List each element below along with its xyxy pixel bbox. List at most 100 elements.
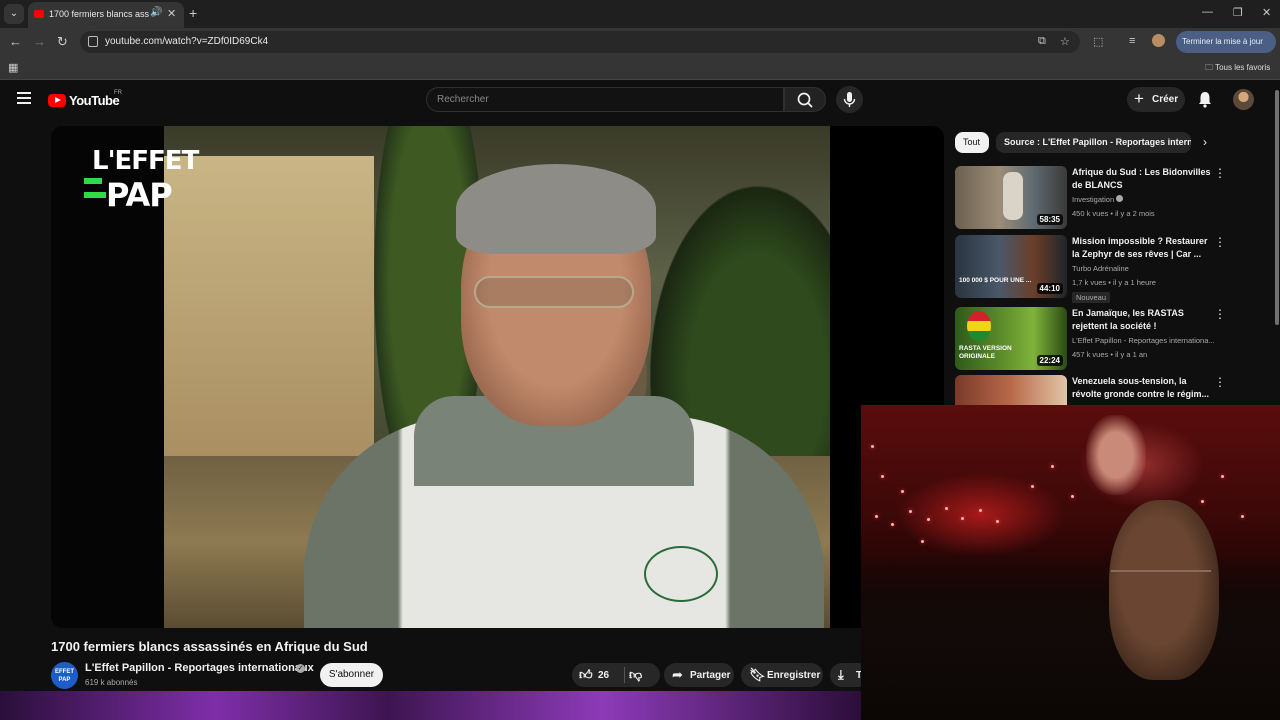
overlay-background-figure xyxy=(1086,415,1146,495)
recommendation-channel[interactable]: L'Effet Papillon - Reportages internatio… xyxy=(1072,336,1215,345)
watermark-line2: PAP xyxy=(106,176,173,214)
search-input[interactable]: Rechercher xyxy=(426,87,784,112)
microphone-icon xyxy=(843,92,856,107)
guide-menu-icon[interactable] xyxy=(17,92,31,104)
reading-list-icon[interactable]: ≡ xyxy=(1129,35,1135,47)
share-button[interactable]: ➦ Partager xyxy=(664,663,734,687)
thumb-caption: 100 000 $ POUR UNE ... xyxy=(959,277,1032,284)
chip-source[interactable]: Source : L'Effet Papillon - Reportages i… xyxy=(996,132,1191,153)
bookmarks-bar xyxy=(0,56,1280,80)
forward-arrow-icon[interactable]: → xyxy=(33,34,46,49)
plus-icon: + xyxy=(1134,89,1144,108)
recommendation-title[interactable]: Mission impossible ? Restaurer la Zephyr… xyxy=(1072,235,1212,261)
recommendation-thumbnail[interactable]: RASTA VERSION ORIGINALE 22:24 xyxy=(955,307,1067,370)
country-code: FR xyxy=(114,90,122,96)
close-tab-icon[interactable]: ✕ xyxy=(167,7,176,20)
recommendation-channel[interactable]: Investigation xyxy=(1072,195,1124,204)
notifications-bell-icon[interactable] xyxy=(1197,90,1213,113)
thumb-caption: RASTA VERSION ORIGINALE xyxy=(959,345,1012,360)
url-text: youtube.com/watch?v=ZDf0ID69Ck4 xyxy=(105,36,269,47)
recommendation-views: 1,7 k vues • il y a 1 heure xyxy=(1072,278,1156,287)
subscribe-button[interactable]: S'abonner xyxy=(320,663,383,687)
video-title: 1700 fermiers blancs assassinés en Afriq… xyxy=(51,639,368,654)
create-label: Créer xyxy=(1152,94,1179,105)
recommendation-item[interactable]: 100 000 $ POUR UNE ... 44:10 Mission imp… xyxy=(955,235,1226,303)
thumbs-up-icon[interactable]: 👍︎ xyxy=(579,667,593,683)
recommendation-title[interactable]: Venezuela sous-tension, la révolte grond… xyxy=(1072,375,1212,401)
chip-all[interactable]: Tout xyxy=(955,132,989,153)
close-window-icon[interactable]: ✕ xyxy=(1262,6,1271,19)
recommendation-thumbnail[interactable]: 58:35 xyxy=(955,166,1067,229)
recommendation-thumbnail[interactable] xyxy=(955,375,1067,405)
like-count[interactable]: 26 xyxy=(598,670,609,681)
like-dislike-group: 👍︎ 26 👎︎ xyxy=(572,663,660,687)
minimize-window-icon[interactable]: — xyxy=(1202,6,1213,18)
verified-icon: ✓ xyxy=(296,664,305,673)
recommendation-item[interactable]: 58:35 Afrique du Sud : Les Bidonvilles d… xyxy=(955,166,1226,230)
browser-tab-active[interactable]: 1700 fermiers blancs assassi 🔊 ✕ xyxy=(28,2,184,28)
recommendation-title[interactable]: En Jamaïque, les RASTAS rejettent la soc… xyxy=(1072,307,1212,333)
video-player[interactable]: L'EFFET PAP xyxy=(51,126,944,628)
thumb-rasta-hat xyxy=(967,311,991,341)
account-avatar[interactable] xyxy=(1233,89,1254,110)
chevron-right-icon[interactable]: › xyxy=(1203,135,1207,149)
youtube-play-icon xyxy=(48,94,66,107)
watermark-bar2 xyxy=(84,192,106,198)
more-options-icon[interactable]: ⋮ xyxy=(1214,166,1226,180)
recommendation-thumbnail[interactable]: 100 000 $ POUR UNE ... 44:10 xyxy=(955,235,1067,298)
install-app-icon[interactable]: ⧉ xyxy=(1038,35,1046,48)
frame-glasses xyxy=(474,276,634,308)
video-duration: 22:24 xyxy=(1036,355,1063,366)
site-info-icon[interactable] xyxy=(88,36,98,47)
thumb-figure xyxy=(1003,172,1023,220)
save-button[interactable]: 🔖︎ Enregistrer xyxy=(741,663,823,687)
extensions-icon[interactable]: ⬚ xyxy=(1093,35,1103,48)
apps-grid-icon[interactable]: ▦ xyxy=(8,61,18,74)
thumbs-down-icon[interactable]: 👎︎ xyxy=(629,667,642,683)
bookmark-star-icon[interactable]: ☆ xyxy=(1060,35,1070,48)
create-button[interactable]: + Créer xyxy=(1127,87,1185,112)
all-bookmarks-link[interactable]: 🗀 Tous les favoris xyxy=(1205,62,1270,76)
tab-search-button[interactable]: ⌄ xyxy=(4,4,24,24)
update-browser-button[interactable]: Terminer la mise à jour xyxy=(1176,31,1276,53)
recommendation-item[interactable]: RASTA VERSION ORIGINALE 22:24 En Jamaïqu… xyxy=(955,307,1226,371)
watermark-bar1 xyxy=(84,178,102,184)
frame-wall xyxy=(164,156,374,456)
save-label: Enregistrer xyxy=(767,670,821,681)
all-bookmarks-label: Tous les favoris xyxy=(1215,63,1271,72)
bookmark-icon: 🔖︎ xyxy=(749,667,766,682)
channel-name[interactable]: L'Effet Papillon - Reportages internatio… xyxy=(85,662,314,674)
below-video-image-strip xyxy=(0,691,861,720)
recommendation-item[interactable]: Venezuela sous-tension, la révolte grond… xyxy=(955,375,1225,405)
frame-hair xyxy=(456,164,656,254)
youtube-favicon-icon xyxy=(34,10,44,18)
page-scrollbar[interactable] xyxy=(1275,90,1279,325)
recommendation-views: 450 k vues • il y a 2 mois xyxy=(1072,209,1155,218)
more-options-icon[interactable]: ⋮ xyxy=(1214,235,1226,249)
profile-avatar-icon[interactable] xyxy=(1152,34,1165,47)
youtube-wordmark: YouTube xyxy=(69,93,120,108)
more-options-icon[interactable]: ⋮ xyxy=(1214,375,1225,389)
more-options-icon[interactable]: ⋮ xyxy=(1214,307,1226,321)
overlay-face xyxy=(1109,500,1219,680)
new-badge: Nouveau xyxy=(1072,292,1111,303)
search-icon xyxy=(797,92,813,108)
channel-avatar[interactable]: EFFET PAP xyxy=(51,662,78,689)
watermark-line1: L'EFFET xyxy=(92,146,199,176)
maximize-window-icon[interactable]: ❐ xyxy=(1233,6,1243,19)
recommendation-channel[interactable]: Turbo Adrénaline xyxy=(1072,264,1129,273)
reload-icon[interactable]: ↻ xyxy=(57,34,68,50)
recommendation-views: 457 k vues • il y a 1 an xyxy=(1072,350,1148,359)
effet-papillon-watermark: L'EFFET PAP xyxy=(84,146,199,216)
recommendation-title[interactable]: Afrique du Sud : Les Bidonvilles de BLAN… xyxy=(1072,166,1212,192)
download-icon: ⤓ xyxy=(838,667,844,682)
audio-playing-icon[interactable]: 🔊 xyxy=(150,7,162,18)
overlay-headset xyxy=(1111,570,1211,582)
address-bar[interactable]: youtube.com/watch?v=ZDf0ID69Ck4 xyxy=(80,31,1080,53)
voice-search-button[interactable] xyxy=(836,86,863,113)
search-button[interactable] xyxy=(784,87,826,112)
new-tab-button[interactable]: + xyxy=(189,5,197,21)
back-arrow-icon[interactable]: ← xyxy=(9,34,22,49)
verified-icon xyxy=(1116,195,1124,202)
video-duration: 44:10 xyxy=(1036,283,1063,294)
